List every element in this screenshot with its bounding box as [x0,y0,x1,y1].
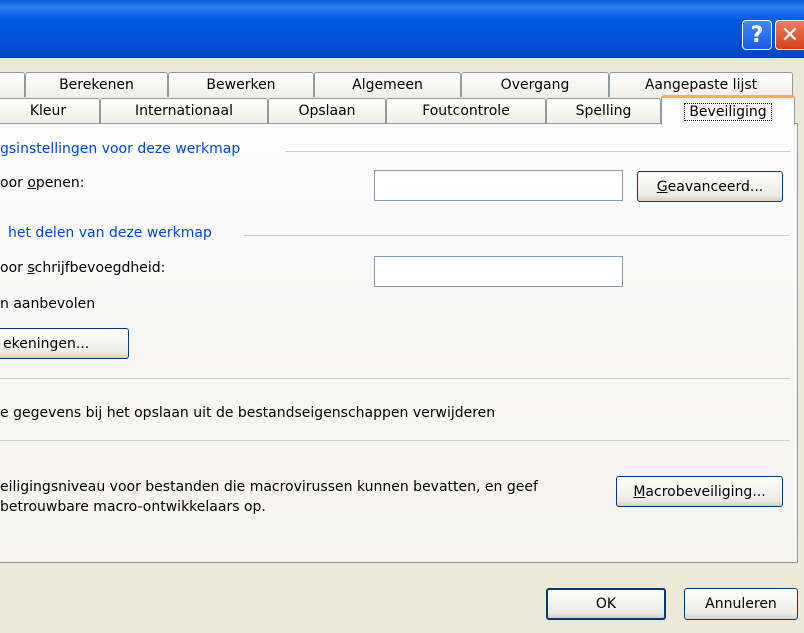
tab-opslaan[interactable]: Opslaan [268,98,386,123]
close-button[interactable]: ✕ [775,20,804,50]
tab-label: Berekenen [59,77,134,93]
tab-label: Algemeen [352,77,423,93]
options-dialog: Berekenen Bewerken Algemeen Overgang Aan… [0,58,804,633]
tab-label: Bewerken [206,77,276,93]
write-password-input[interactable] [374,256,623,287]
remove-personal-info-checkbox[interactable]: e gegevens bij het opslaan uit de bestan… [0,405,495,421]
tab-label: Spelling [575,103,632,119]
sharing-section-title: het delen van deze werkmap [8,225,212,241]
open-password-label: oor openen: [0,175,85,191]
tab-aangepaste-lijst[interactable]: Aangepaste lijst [609,72,793,97]
tab-overgang[interactable]: Overgang [461,72,609,97]
tab-label: Foutcontrole [422,103,510,119]
divider [0,440,790,441]
tab-kleur[interactable]: Kleur [0,98,100,123]
section-divider [285,151,790,152]
tab-label: Overgang [500,77,570,93]
tab-label: Internationaal [135,103,233,119]
read-only-recommended-checkbox[interactable]: n aanbevolen [0,296,95,312]
tab-bewerken[interactable]: Bewerken [168,72,314,97]
tab-foutcontrole[interactable]: Foutcontrole [386,98,546,123]
macro-security-text-line1: eiligingsniveau voor bestanden die macro… [0,479,538,495]
tab-label: Opslaan [298,103,356,119]
tab-label: Beveiliging [684,102,772,121]
divider [0,378,790,379]
encryption-section-title: gsinstellingen voor deze werkmap [0,141,241,157]
tab-label: Aangepaste lijst [644,77,758,93]
advanced-button[interactable]: Geavanceerd... [637,171,783,202]
open-password-input[interactable] [374,170,623,201]
macro-security-button[interactable]: Macrobeveiliging... [616,476,783,507]
tab-label: Kleur [29,103,67,119]
title-bar: ? ✕ [0,0,804,58]
tab-internationaal[interactable]: Internationaal [100,98,268,123]
ok-button[interactable]: OK [546,588,666,620]
cancel-button[interactable]: Annuleren [684,588,798,620]
tab-berekenen[interactable]: Berekenen [25,72,168,97]
write-password-label: oor schrijfbevoegdheid: [0,260,166,276]
help-icon: ? [750,22,764,48]
close-icon: ✕ [780,22,800,48]
tab-beveiliging[interactable]: Beveiliging [661,95,795,125]
help-button[interactable]: ? [742,20,772,50]
digital-signatures-button[interactable]: ekeningen... [0,328,129,359]
tab-panel-beveiliging: gsinstellingen voor deze werkmap oor ope… [0,123,798,563]
tab-spelling[interactable]: Spelling [546,98,661,123]
section-divider [244,235,790,236]
tab-algemeen[interactable]: Algemeen [314,72,461,97]
macro-security-text-line2: betrouwbare macro-ontwikkelaars op. [0,499,266,515]
tab-partial[interactable] [0,72,25,97]
